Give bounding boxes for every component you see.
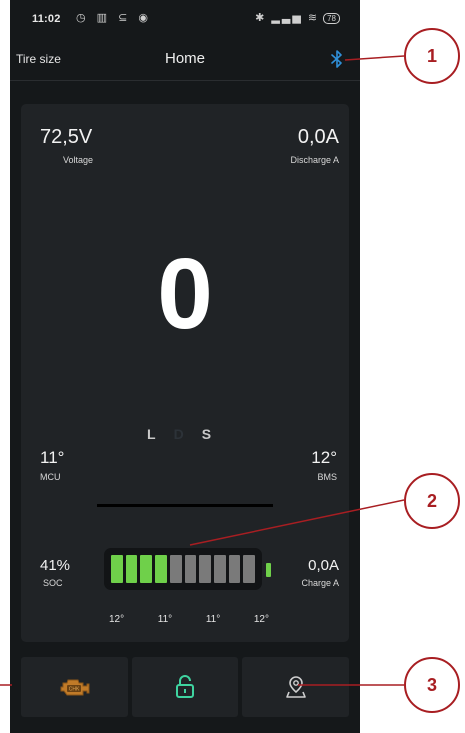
engine-check-icon: CHK	[60, 679, 90, 696]
bottom-action-bar: CHK	[21, 657, 350, 717]
discharge-label: Discharge A	[290, 155, 339, 165]
battery-cell	[199, 555, 211, 583]
soc-label: SOC	[43, 578, 63, 588]
speed-display: 0	[157, 238, 213, 350]
mcu-temp-value: 11°	[40, 448, 65, 467]
battery-cell	[140, 555, 153, 583]
mcu-label: MCU	[40, 472, 61, 482]
gear-l[interactable]: L	[147, 426, 156, 442]
battery-cell	[213, 555, 226, 583]
voltage-label: Voltage	[63, 155, 94, 165]
battery-gauge	[104, 548, 262, 590]
system-icons: ✱ ▂▃▅ ≋ 78	[255, 11, 340, 24]
callout-1: 1	[404, 28, 460, 84]
page-title: Home	[164, 50, 205, 67]
callout-2: 2	[404, 473, 460, 529]
bluetooth-icon[interactable]	[329, 50, 345, 68]
gear-d[interactable]: D	[174, 426, 184, 442]
gear-selector: LDS	[147, 426, 229, 442]
cell-temp-4: 12°	[253, 614, 269, 625]
bms-temp-value: 12°	[311, 448, 337, 467]
phone-screen: 11:02 ◷ ▥ ⊆ ◉ ✱ ▂▃▅ ≋ 78 Tire size Home 7…	[10, 0, 360, 733]
battery-cell	[169, 555, 182, 583]
battery-cell	[228, 555, 241, 583]
cell-temp-3: 11°	[205, 614, 221, 625]
charge-value: 0,0A	[308, 557, 339, 574]
battery-cell	[184, 555, 197, 583]
dashboard-card: 72,5V Voltage 0,0A Discharge A 0 L D S 11°…	[21, 104, 349, 642]
soc-value: 41%	[40, 557, 71, 574]
gear-s[interactable]: S	[202, 426, 211, 442]
notification-icons: ◷ ▥ ⊆ ◉	[76, 12, 152, 24]
map-pin-icon	[285, 676, 306, 698]
engine-check-button[interactable]: CHK	[21, 657, 128, 717]
battery-cell	[111, 555, 123, 583]
svg-text:CHK: CHK	[69, 687, 80, 693]
charge-label: Charge A	[301, 578, 339, 588]
status-time: 11:02	[32, 13, 61, 25]
battery-cell	[155, 555, 167, 583]
top-nav-bar: Tire size Home	[10, 36, 360, 81]
battery-cell	[243, 555, 256, 583]
location-button[interactable]	[242, 657, 350, 717]
voltage-value: 72,5V	[40, 126, 93, 148]
battery-cell	[125, 555, 138, 583]
status-bar: 11:02 ◷ ▥ ⊆ ◉ ✱ ▂▃▅ ≋ 78	[10, 0, 360, 36]
cell-temp-2: 11°	[157, 614, 173, 625]
callout-3: 3	[404, 657, 460, 713]
unlock-icon	[176, 675, 194, 698]
divider-line	[97, 504, 273, 507]
bms-label: BMS	[317, 472, 337, 482]
cell-temperatures: 12° 11° 11° 12°	[109, 614, 269, 625]
discharge-value: 0,0A	[297, 126, 339, 148]
battery-terminal	[266, 563, 271, 577]
cell-temp-1: 12°	[109, 614, 125, 625]
lock-button[interactable]	[131, 657, 239, 717]
battery-indicator: 78	[323, 13, 340, 24]
